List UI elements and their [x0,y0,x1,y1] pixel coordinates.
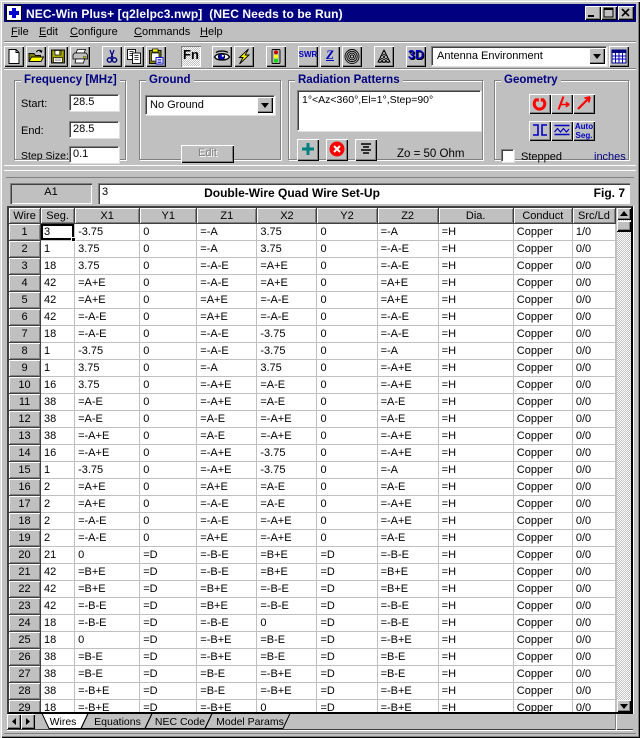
svg-text:Equations: Equations [94,716,141,728]
svg-text:Model Params: Model Params [216,716,284,728]
svg-text:Wires: Wires [50,716,77,728]
svg-text:NEC Code: NEC Code [155,716,205,728]
